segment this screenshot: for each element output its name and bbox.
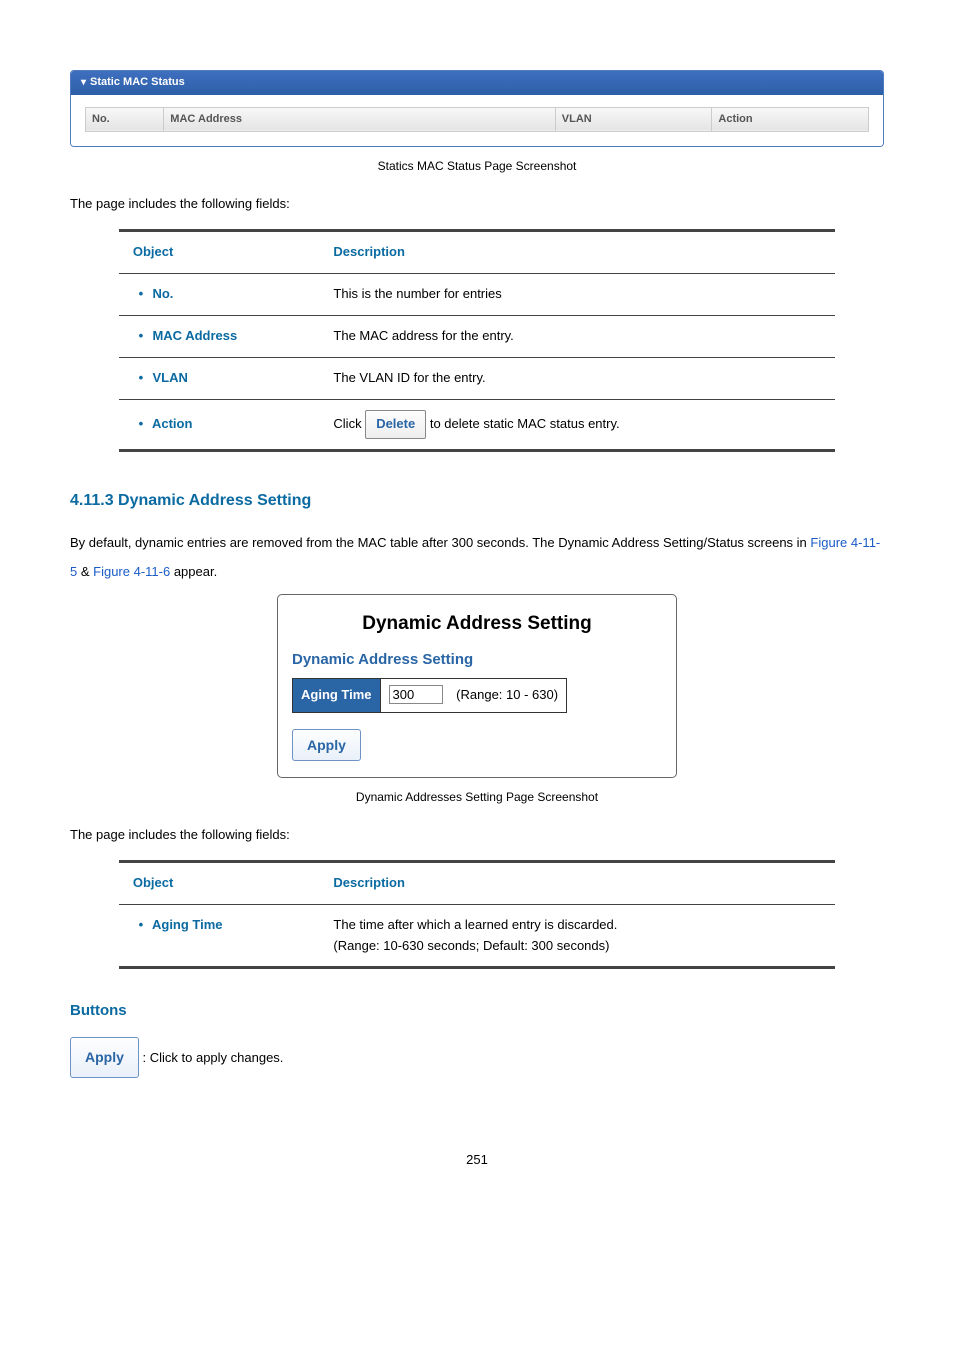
col-action: Action [712, 107, 869, 132]
bullet-icon: • [133, 368, 149, 389]
object-cell: • Action [119, 399, 320, 450]
table-row: • MAC Address The MAC address for the en… [119, 315, 835, 357]
fields-table-2: Object Description • Aging Time The time… [119, 860, 835, 969]
description-cell: The VLAN ID for the entry. [319, 357, 835, 399]
table-header-row: Object Description [119, 861, 835, 904]
col-object: Object [119, 861, 320, 904]
section-paragraph: By default, dynamic entries are removed … [70, 529, 884, 586]
figure-link-6[interactable]: Figure 4-11-6 [93, 564, 170, 579]
aging-time-table: Aging Time (Range: 10 - 630) [292, 678, 567, 713]
page-number: 251 [70, 1150, 884, 1171]
col-description: Description [319, 861, 835, 904]
table-row: • No. This is the number for entries [119, 273, 835, 315]
description-cell: The time after which a learned entry is … [319, 904, 835, 968]
bullet-icon: • [133, 284, 149, 305]
figure-subtitle: Dynamic Address Setting [292, 648, 662, 672]
col-vlan: VLAN [555, 107, 712, 132]
apply-button-line: Apply : Click to apply changes. [70, 1035, 884, 1080]
buttons-heading: Buttons [70, 999, 884, 1023]
panel-title: Static MAC Status [90, 76, 185, 88]
apply-button[interactable]: Apply [292, 729, 361, 761]
description-cell: The MAC address for the entry. [319, 315, 835, 357]
action-pre-text: Click [333, 416, 365, 431]
static-mac-table: No. MAC Address VLAN Action [85, 107, 869, 133]
dynamic-address-figure: Dynamic Address Setting Dynamic Address … [277, 594, 677, 778]
col-description: Description [319, 231, 835, 274]
figure-caption-2: Figure 4-11-5 Dynamic Addresses Setting … [70, 788, 884, 807]
static-mac-status-panel: ▾ Static MAC Status No. MAC Address VLAN … [70, 70, 884, 147]
aging-range-text: (Range: 10 - 630) [456, 687, 558, 702]
table-header-row: No. MAC Address VLAN Action [86, 107, 869, 132]
table-row: • Action Click Delete to delete static M… [119, 399, 835, 450]
aging-time-cell: (Range: 10 - 630) [380, 678, 567, 712]
aging-time-label: Aging Time [293, 678, 381, 712]
action-post-text: to delete static MAC status entry. [430, 416, 620, 431]
intro-text-1: The page includes the following fields: [70, 194, 884, 215]
delete-button[interactable]: Delete [365, 410, 426, 439]
intro-text-2: The page includes the following fields: [70, 825, 884, 846]
col-mac: MAC Address [164, 107, 556, 132]
table-row: Aging Time (Range: 10 - 630) [293, 678, 567, 712]
object-cell: • VLAN [119, 357, 320, 399]
object-cell: • Aging Time [119, 904, 320, 968]
col-object: Object [119, 231, 320, 274]
table-header-row: Object Description [119, 231, 835, 274]
apply-description: : Click to apply changes. [143, 1050, 284, 1065]
bullet-icon: • [133, 326, 149, 347]
col-no: No. [86, 107, 164, 132]
bullet-icon: • [133, 915, 149, 936]
figure-title: Dynamic Address Setting [278, 595, 676, 647]
chevron-down-icon: ▾ [81, 77, 86, 88]
panel-body: No. MAC Address VLAN Action [71, 95, 883, 147]
apply-button[interactable]: Apply [70, 1037, 139, 1078]
aging-time-input[interactable] [389, 685, 443, 704]
bullet-icon: • [133, 414, 149, 435]
section-heading: 4.11.3 Dynamic Address Setting [70, 488, 884, 514]
panel-header[interactable]: ▾ Static MAC Status [71, 71, 883, 95]
table-row: • Aging Time The time after which a lear… [119, 904, 835, 968]
object-cell: • MAC Address [119, 315, 320, 357]
figure-caption-1: Figure 4-11-4 Statics MAC Status Page Sc… [70, 157, 884, 176]
object-cell: • No. [119, 273, 320, 315]
description-cell: This is the number for entries [319, 273, 835, 315]
description-cell: Click Delete to delete static MAC status… [319, 399, 835, 450]
table-row: • VLAN The VLAN ID for the entry. [119, 357, 835, 399]
fields-table-1: Object Description • No. This is the num… [119, 229, 835, 451]
